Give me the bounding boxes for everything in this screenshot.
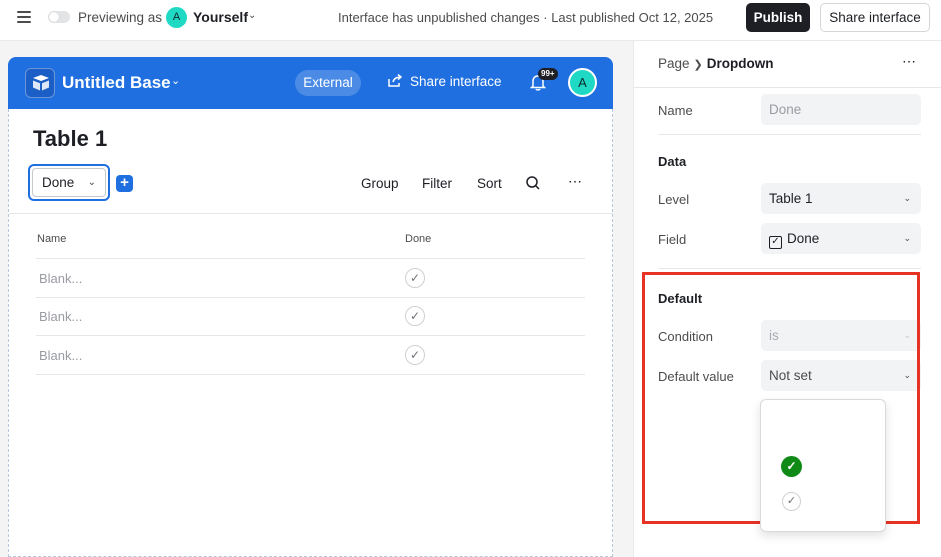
chevron-down-icon[interactable]: ⌄ [248, 10, 256, 21]
publish-button[interactable]: Publish [746, 3, 810, 32]
preview-toggle[interactable] [48, 11, 70, 23]
top-bar: Previewing as A Yourself ⌄ Interface has… [0, 0, 941, 36]
group-button[interactable]: Group [361, 176, 399, 191]
dropdown-filter[interactable]: Done ⌄ [32, 168, 106, 197]
field-label: Field [658, 232, 687, 247]
user-avatar[interactable]: A [166, 7, 187, 28]
default-value-menu: ✓ ✓ [760, 399, 886, 532]
preview-user-name[interactable]: Yourself [193, 9, 248, 25]
level-select[interactable]: Table 1 ⌄ [761, 183, 921, 214]
field-select[interactable]: ✓ Done ⌄ [761, 223, 921, 254]
share-interface-label: Share interface [410, 74, 502, 89]
base-logo-icon[interactable] [25, 68, 55, 98]
share-icon [388, 73, 403, 89]
selected-dropdown-element[interactable]: Done ⌄ [28, 164, 110, 201]
panel-more-icon[interactable]: ⋯ [902, 53, 917, 70]
column-header-name[interactable]: Name [37, 233, 66, 245]
name-label: Name [658, 103, 693, 118]
add-element-button[interactable]: + [116, 175, 133, 192]
level-label: Level [658, 192, 690, 207]
external-badge[interactable]: External [295, 70, 361, 96]
chevron-down-icon: ⌄ [903, 233, 911, 243]
chevron-down-icon: ⌄ [87, 177, 96, 188]
chevron-down-icon[interactable]: ⌄ [171, 74, 180, 87]
panel-divider [658, 134, 921, 135]
preview-label: Previewing as [78, 10, 163, 25]
data-section-title: Data [658, 154, 687, 169]
sort-button[interactable]: Sort [477, 176, 502, 191]
account-avatar[interactable]: A [568, 68, 597, 97]
panel-divider [658, 268, 921, 269]
share-interface-button[interactable]: Share interface [820, 3, 930, 32]
table-page: Table 1 Done ⌄ + Group Filter Sort ⋯ Nam… [8, 109, 613, 557]
row-divider [36, 258, 585, 259]
row-divider [36, 297, 585, 298]
checkbox-field-icon: ✓ [769, 236, 782, 249]
interface-preview: Untitled Base ⌄ External Share interface… [8, 57, 613, 557]
breadcrumb: Page ❯ Dropdown [658, 56, 774, 71]
unchecked-gray-icon[interactable]: ✓ [782, 492, 801, 511]
row-name[interactable]: Blank... [39, 271, 82, 286]
field-value: Done [787, 231, 820, 246]
base-header: Untitled Base ⌄ External Share interface… [8, 57, 613, 109]
page-title: Table 1 [33, 126, 108, 151]
chevron-down-icon: ⌄ [903, 193, 911, 203]
breadcrumb-page[interactable]: Page [658, 56, 690, 71]
notification-badge: 99+ [538, 68, 558, 80]
level-value: Table 1 [769, 191, 813, 206]
check-icon[interactable]: ✓ [405, 306, 425, 326]
row-name[interactable]: Blank... [39, 348, 82, 363]
breadcrumb-current: Dropdown [706, 56, 774, 71]
publish-status: Interface has unpublished changes · Last… [338, 10, 714, 25]
base-name[interactable]: Untitled Base [62, 73, 171, 93]
checked-green-icon[interactable]: ✓ [781, 456, 802, 477]
interface-canvas: Untitled Base ⌄ External Share interface… [0, 41, 633, 557]
filter-button[interactable]: Filter [422, 176, 452, 191]
toolbar-divider [9, 213, 613, 214]
menu-icon[interactable] [17, 11, 31, 23]
chevron-right-icon: ❯ [693, 59, 703, 71]
row-divider [36, 374, 585, 375]
search-icon[interactable] [525, 175, 541, 191]
dropdown-value: Done [42, 175, 75, 190]
share-interface-link[interactable]: Share interface [388, 73, 502, 89]
more-options-icon[interactable]: ⋯ [568, 173, 583, 190]
check-icon[interactable]: ✓ [405, 268, 425, 288]
row-name[interactable]: Blank... [39, 309, 82, 324]
check-icon[interactable]: ✓ [405, 345, 425, 365]
name-input[interactable]: Done [761, 94, 921, 125]
row-divider [36, 335, 585, 336]
column-header-done[interactable]: Done [405, 233, 431, 245]
panel-divider [634, 87, 941, 88]
